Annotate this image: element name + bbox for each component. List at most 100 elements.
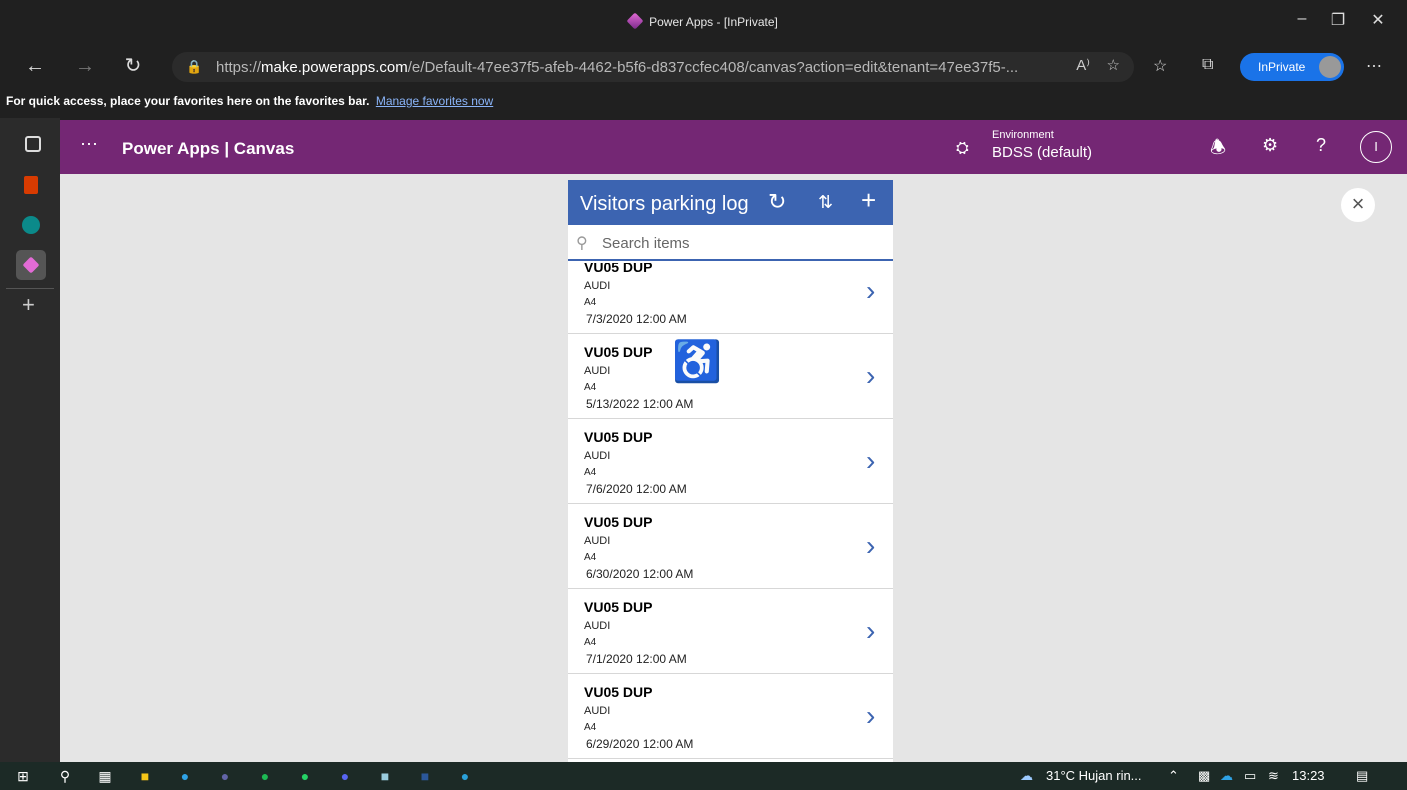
list-item[interactable]: VU05 DUP AUDI A4 7/3/2020 12:00 AM ›: [568, 263, 893, 334]
item-plate: VU05 DUP: [584, 263, 653, 275]
refresh-icon[interactable]: ↻: [120, 53, 146, 79]
read-aloud-icon[interactable]: A⁾ ☆: [1076, 56, 1120, 74]
item-date: 6/30/2020 12:00 AM: [586, 567, 694, 581]
chevron-right-icon[interactable]: ›: [866, 530, 875, 562]
gallery-list: VU05 DUP AUDI A4 7/3/2020 12:00 AM › VU0…: [568, 263, 893, 762]
item-make: AUDI: [584, 365, 611, 377]
task-view-icon[interactable]: ▦: [96, 767, 114, 785]
edge-icon[interactable]: ●: [176, 767, 194, 785]
wifi-icon[interactable]: ≋: [1268, 768, 1279, 784]
app-launcher-icon[interactable]: ⋯: [80, 134, 98, 155]
sort-icon[interactable]: ⇅: [818, 192, 833, 213]
meet-icon[interactable]: ▩: [1198, 768, 1210, 784]
environment-label: Environment: [992, 129, 1054, 141]
powerapps-header: ⋯ Power Apps | Canvas ⛭ Environment BDSS…: [60, 120, 1407, 174]
notification-icon[interactable]: 🕭: [1210, 135, 1226, 165]
item-plate: VU05 DUP: [584, 599, 653, 615]
app-screen: Visitors parking log ↻ ⇅ + ⚲ Search item…: [568, 180, 893, 762]
list-item[interactable]: VU05 DUP AUDI A4 6/30/2020 12:00 AM ›: [568, 504, 893, 589]
list-item[interactable]: VU05 DUP AUDI A4 7/1/2020 12:00 AM ›: [568, 589, 893, 674]
search-input[interactable]: Search items: [602, 235, 690, 252]
chevron-right-icon[interactable]: ›: [866, 700, 875, 732]
power-apps-diamond-icon: [22, 256, 40, 274]
address-bar[interactable]: 🔒 https://make.powerapps.com/e/Default-4…: [172, 52, 1134, 82]
favorites-icon[interactable]: ☆: [1153, 56, 1167, 76]
onedrive-icon[interactable]: ☁: [1220, 768, 1233, 784]
list-item[interactable]: VU05 DUP AUDI A4 5/13/2022 12:00 AM ♿ ›: [568, 334, 893, 419]
back-icon[interactable]: ←: [22, 53, 48, 79]
item-make: AUDI: [584, 620, 611, 632]
chevron-right-icon[interactable]: ›: [866, 445, 875, 477]
item-date: 5/13/2022 12:00 AM: [586, 397, 694, 411]
item-make: AUDI: [584, 535, 611, 547]
lock-icon[interactable]: 🔒: [186, 59, 202, 74]
item-model: A4: [584, 552, 597, 563]
sidebar-divider: [6, 288, 54, 289]
app-header: Visitors parking log ↻ ⇅ +: [568, 180, 893, 225]
collections-icon[interactable]: ⧉: [1202, 56, 1213, 74]
add-item-icon[interactable]: +: [861, 185, 876, 216]
window-title-text: Power Apps - [InPrivate]: [649, 15, 778, 29]
item-date: 7/6/2020 12:00 AM: [586, 482, 687, 496]
notepad-icon[interactable]: ■: [376, 767, 394, 785]
word-icon[interactable]: ■: [416, 767, 434, 785]
chevron-right-icon[interactable]: ›: [866, 360, 875, 392]
tray-chevron-up-icon[interactable]: ⌃: [1168, 768, 1179, 784]
list-item[interactable]: VU05 DUP AUDI A4 6/29/2020 12:00 AM ›: [568, 674, 893, 759]
refresh-data-icon[interactable]: ↻: [768, 189, 786, 215]
more-icon[interactable]: ⋯: [1366, 56, 1382, 76]
browser-sidebar: +: [0, 118, 60, 762]
battery-icon[interactable]: ▭: [1244, 768, 1256, 784]
clock-time[interactable]: 13:23: [1292, 768, 1325, 783]
spotify-icon[interactable]: ●: [256, 767, 274, 785]
add-icon[interactable]: +: [22, 292, 35, 318]
tab-actions-icon[interactable]: [25, 136, 41, 152]
settings-gear-icon[interactable]: ⚙: [1262, 135, 1278, 156]
notifications-icon[interactable]: ▤: [1356, 768, 1368, 784]
search-icon: ⚲: [576, 235, 588, 252]
help-icon[interactable]: ?: [1316, 135, 1326, 156]
environment-value[interactable]: BDSS (default): [992, 144, 1092, 161]
telegram-icon[interactable]: ●: [456, 767, 474, 785]
profile-avatar: [1319, 56, 1341, 78]
item-model: A4: [584, 297, 597, 308]
windows-taskbar: ⊞ ⚲ ▦ ■ ● ● ● ● ● ■ ■ ● ☁ 31°C Hujan rin…: [0, 762, 1407, 790]
discord-icon[interactable]: ●: [336, 767, 354, 785]
item-make: AUDI: [584, 705, 611, 717]
user-avatar[interactable]: I: [1360, 131, 1392, 163]
favorites-bar: For quick access, place your favorites h…: [0, 88, 1407, 118]
file-explorer-icon[interactable]: ■: [136, 767, 154, 785]
item-model: A4: [584, 637, 597, 648]
inprivate-badge[interactable]: InPrivate: [1240, 53, 1344, 81]
environment-icon[interactable]: ⛭: [956, 140, 969, 158]
canvas-area: × Visitors parking log ↻ ⇅ + ⚲ Search it…: [60, 174, 1407, 762]
list-item[interactable]: VU05 DUP AUDI A4 7/6/2020 12:00 AM ›: [568, 419, 893, 504]
browser-toolbar: ← → ↻ 🔒 https://make.powerapps.com/e/Def…: [0, 44, 1407, 88]
whatsapp-icon[interactable]: ●: [296, 767, 314, 785]
item-make: AUDI: [584, 450, 611, 462]
item-date: 7/1/2020 12:00 AM: [586, 652, 687, 666]
sharepoint-icon[interactable]: [22, 216, 40, 234]
powerapps-brand[interactable]: Power Apps | Canvas: [122, 139, 294, 159]
taskbar-search-icon[interactable]: ⚲: [56, 767, 74, 785]
weather-text[interactable]: 31°C Hujan rin...: [1046, 768, 1142, 783]
url-text[interactable]: https://make.powerapps.com/e/Default-47e…: [216, 59, 1018, 76]
item-make: AUDI: [584, 280, 611, 292]
windows-start-icon[interactable]: ⊞: [14, 767, 32, 785]
chevron-right-icon[interactable]: ›: [866, 615, 875, 647]
manage-favorites-link[interactable]: Manage favorites now: [376, 94, 493, 108]
close-preview-button[interactable]: ×: [1341, 188, 1375, 222]
search-bar[interactable]: ⚲ Search items: [568, 225, 893, 261]
item-plate: VU05 DUP: [584, 344, 653, 360]
chevron-right-icon[interactable]: ›: [866, 275, 875, 307]
teams-icon[interactable]: ●: [216, 767, 234, 785]
close-window-icon[interactable]: ✕: [1355, 10, 1401, 30]
item-model: A4: [584, 382, 597, 393]
window-title: Power Apps - [InPrivate]: [0, 12, 1407, 30]
forward-icon[interactable]: →: [72, 53, 98, 79]
power-apps-logo-icon: [626, 12, 644, 30]
power-apps-sidebar-icon[interactable]: [16, 250, 46, 280]
weather-icon[interactable]: ☁: [1020, 768, 1033, 784]
item-plate: VU05 DUP: [584, 684, 653, 700]
office-icon[interactable]: [24, 176, 38, 194]
